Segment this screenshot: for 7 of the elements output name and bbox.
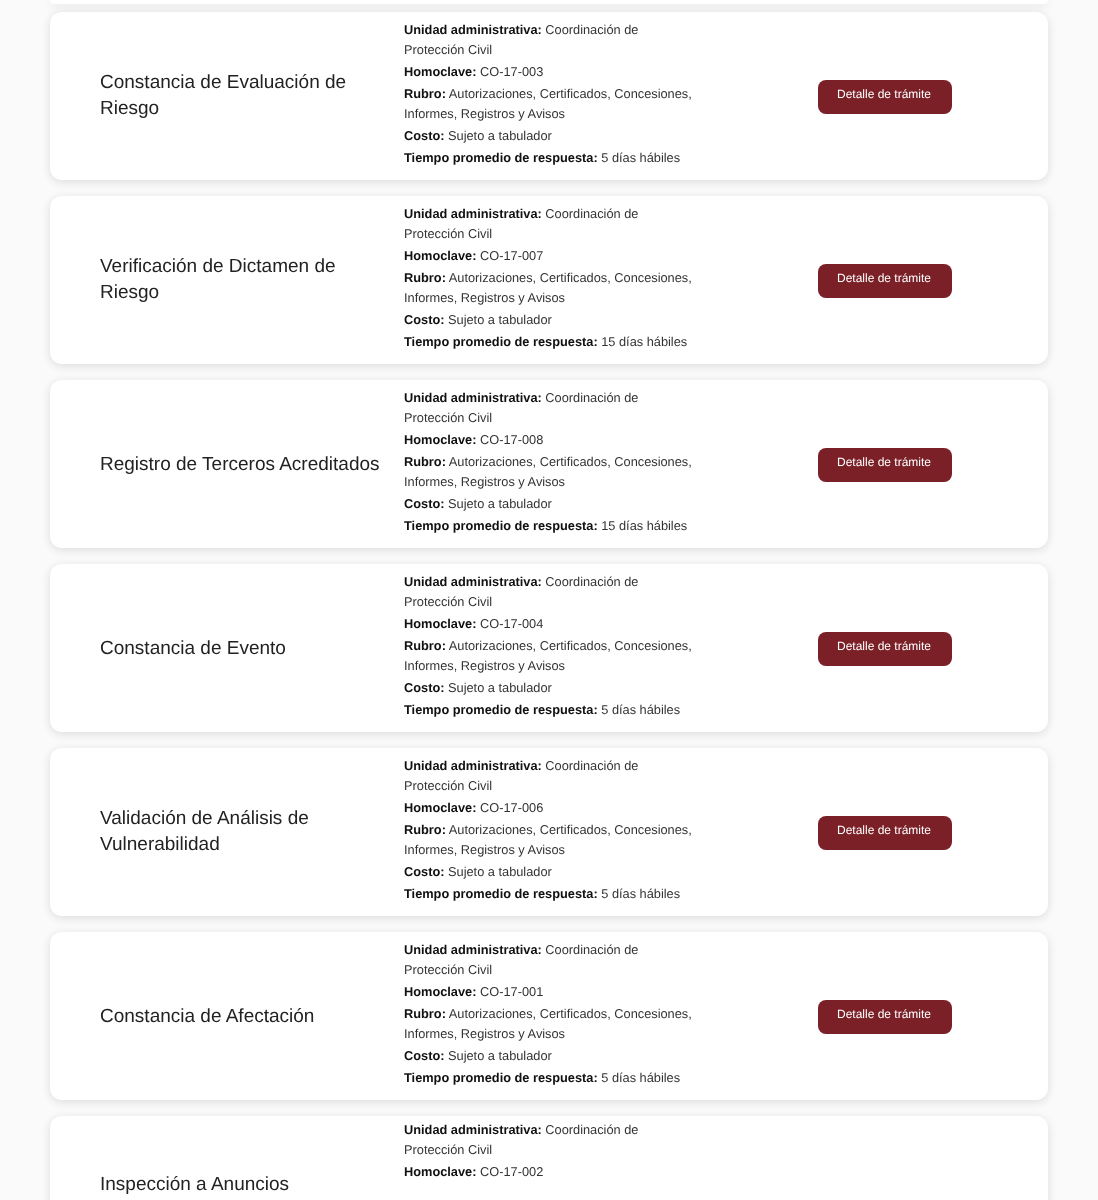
- procedure-title: Constancia de Evento: [100, 635, 288, 661]
- procedure-title: Constancia de Evaluación de Riesgo: [100, 70, 349, 122]
- procedure-title: Inspección a Anuncios: [100, 1172, 292, 1198]
- procedure-title: Registro de Terceros Acreditados: [100, 451, 382, 477]
- procedure-title: Constancia de Afectación: [100, 1003, 317, 1029]
- procedure-title: Validación de Análisis de Vulnerabilidad: [100, 806, 311, 858]
- procedure-title: Verificación de Dictamen de Riesgo: [100, 254, 338, 306]
